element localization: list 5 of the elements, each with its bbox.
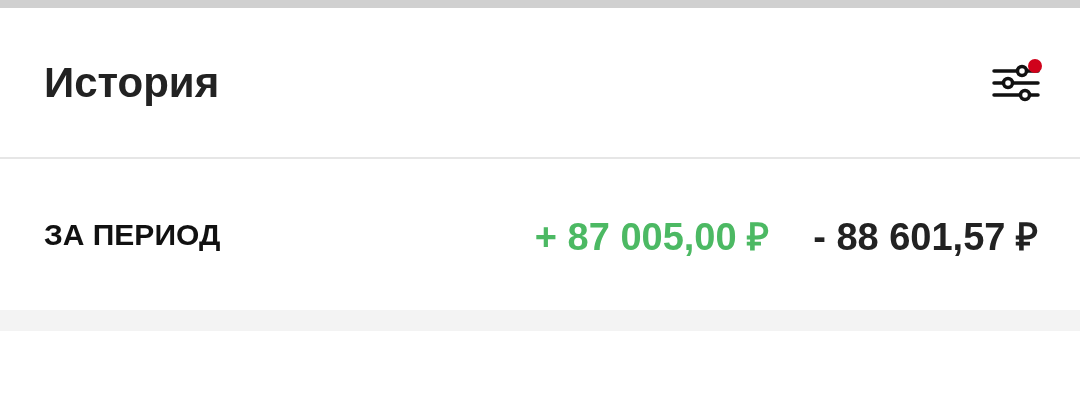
expense-amount: - 88 601,57 ₽	[813, 214, 1038, 260]
sliders-icon	[992, 62, 1040, 103]
period-label: ЗА ПЕРИОД	[44, 217, 222, 252]
page-title: История	[44, 58, 220, 107]
income-amount: + 87 005,00 ₽	[534, 214, 770, 260]
